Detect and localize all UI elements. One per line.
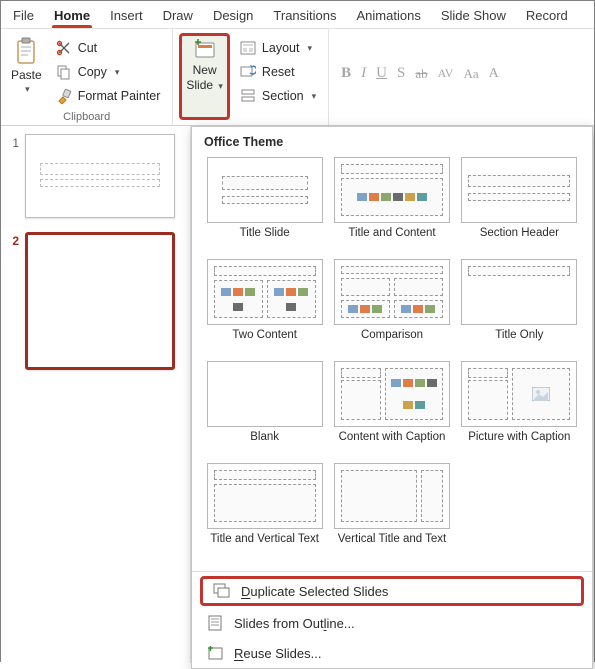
group-label-clipboard: Clipboard <box>5 108 168 123</box>
duplicate-label: Duplicate Selected Slides <box>241 584 388 599</box>
outline-icon <box>206 615 224 631</box>
ribbon: Paste ▾ Cut Copy ▾ <box>1 29 594 126</box>
shadow-button[interactable]: S <box>397 65 405 82</box>
new-slide-label-bottom: Slide ▾ <box>186 79 223 92</box>
new-slide-label-top: New <box>193 64 217 77</box>
slide-stage: Office Theme Title Slide Title and Conte… <box>191 126 594 663</box>
section-button[interactable]: Section ▾ <box>236 85 320 107</box>
slides-from-outline-item[interactable]: Slides from Outline... <box>192 608 592 638</box>
scissors-icon <box>56 40 72 56</box>
tab-animations[interactable]: Animations <box>347 4 431 28</box>
clear-format-button[interactable]: A <box>489 66 499 82</box>
layout-grid: Title Slide Title and Content Section He… <box>192 153 592 567</box>
strike-button[interactable]: ab <box>415 66 427 82</box>
chevron-down-icon: ▾ <box>307 43 312 54</box>
section-icon <box>240 88 256 104</box>
copy-button[interactable]: Copy ▾ <box>52 61 165 83</box>
reset-label: Reset <box>262 65 295 79</box>
format-painter-button[interactable]: Format Painter <box>52 85 165 107</box>
thumb-number: 1 <box>7 134 19 150</box>
layout-title-only[interactable]: Title Only <box>459 259 580 355</box>
layout-icon <box>240 40 256 56</box>
slide-thumbnails: 1 2 <box>1 126 191 663</box>
new-slide-button[interactable]: New Slide ▾ <box>179 33 230 120</box>
underline-button[interactable]: U <box>376 65 387 82</box>
paintbrush-icon <box>56 88 72 104</box>
spacing-button[interactable]: AV <box>438 66 454 81</box>
case-button[interactable]: Aa <box>463 66 478 82</box>
format-painter-label: Format Painter <box>78 89 161 103</box>
thumb-preview <box>25 134 175 218</box>
tab-slideshow[interactable]: Slide Show <box>431 4 516 28</box>
tab-draw[interactable]: Draw <box>153 4 203 28</box>
layout-section-header[interactable]: Section Header <box>459 157 580 253</box>
thumb-preview <box>25 232 175 370</box>
layout-button[interactable]: Layout ▾ <box>236 37 320 59</box>
italic-button[interactable]: I <box>361 65 366 82</box>
thumbnail-1[interactable]: 1 <box>7 134 184 218</box>
new-slide-icon <box>193 38 217 62</box>
layout-title-slide[interactable]: Title Slide <box>204 157 325 253</box>
tab-file[interactable]: File <box>3 4 44 28</box>
gallery-title: Office Theme <box>192 127 592 153</box>
layout-vertical-title-text[interactable]: Vertical Title and Text <box>331 463 452 559</box>
copy-label: Copy <box>78 65 107 79</box>
layout-comparison[interactable]: Comparison <box>331 259 452 355</box>
chevron-down-icon: ▾ <box>25 84 30 95</box>
paste-button[interactable]: Paste ▾ <box>5 33 48 108</box>
tab-bar: File Home Insert Draw Design Transitions… <box>1 1 594 29</box>
section-label: Section <box>262 89 304 103</box>
chevron-down-icon: ▾ <box>115 67 120 78</box>
new-slide-gallery: Office Theme Title Slide Title and Conte… <box>191 126 593 669</box>
group-clipboard: Paste ▾ Cut Copy ▾ <box>1 29 173 125</box>
reuse-icon <box>206 645 224 661</box>
cut-button[interactable]: Cut <box>52 37 165 59</box>
reset-icon <box>240 64 256 80</box>
reuse-slides-item[interactable]: Reuse Slides... <box>192 638 592 668</box>
layout-blank[interactable]: Blank <box>204 361 325 457</box>
group-slides: New Slide ▾ Layout ▾ Reset <box>173 29 329 125</box>
bold-button[interactable]: B <box>341 65 351 82</box>
clipboard-icon <box>13 37 39 67</box>
copy-icon <box>56 64 72 80</box>
tab-insert[interactable]: Insert <box>100 4 153 28</box>
reset-button[interactable]: Reset <box>236 61 320 83</box>
reuse-label: Reuse Slides... <box>234 646 321 661</box>
layout-content-caption[interactable]: Content with Caption <box>331 361 452 457</box>
duplicate-icon <box>213 583 231 599</box>
duplicate-slides-item[interactable]: Duplicate Selected Slides <box>200 576 584 606</box>
separator <box>192 571 592 572</box>
tab-home[interactable]: Home <box>44 4 100 28</box>
thumbnail-2[interactable]: 2 <box>7 232 184 370</box>
font-toolbar: B I U S ab AV Aa A <box>333 33 590 82</box>
layout-title-content[interactable]: Title and Content <box>331 157 452 253</box>
thumb-number: 2 <box>7 232 19 248</box>
cut-label: Cut <box>78 41 97 55</box>
group-label-slides <box>177 120 324 123</box>
outline-label: Slides from Outline... <box>234 616 355 631</box>
layout-picture-caption[interactable]: Picture with Caption <box>459 361 580 457</box>
chevron-down-icon: ▾ <box>312 91 317 102</box>
tab-transitions[interactable]: Transitions <box>263 4 346 28</box>
layout-label: Layout <box>262 41 300 55</box>
tab-design[interactable]: Design <box>203 4 263 28</box>
group-font: B I U S ab AV Aa A <box>329 29 594 125</box>
tab-record[interactable]: Record <box>516 4 578 28</box>
layout-two-content[interactable]: Two Content <box>204 259 325 355</box>
content-row: 1 2 Office Theme Title Slide Title an <box>1 126 594 663</box>
layout-title-vertical-text[interactable]: Title and Vertical Text <box>204 463 325 559</box>
paste-label: Paste <box>11 69 42 82</box>
